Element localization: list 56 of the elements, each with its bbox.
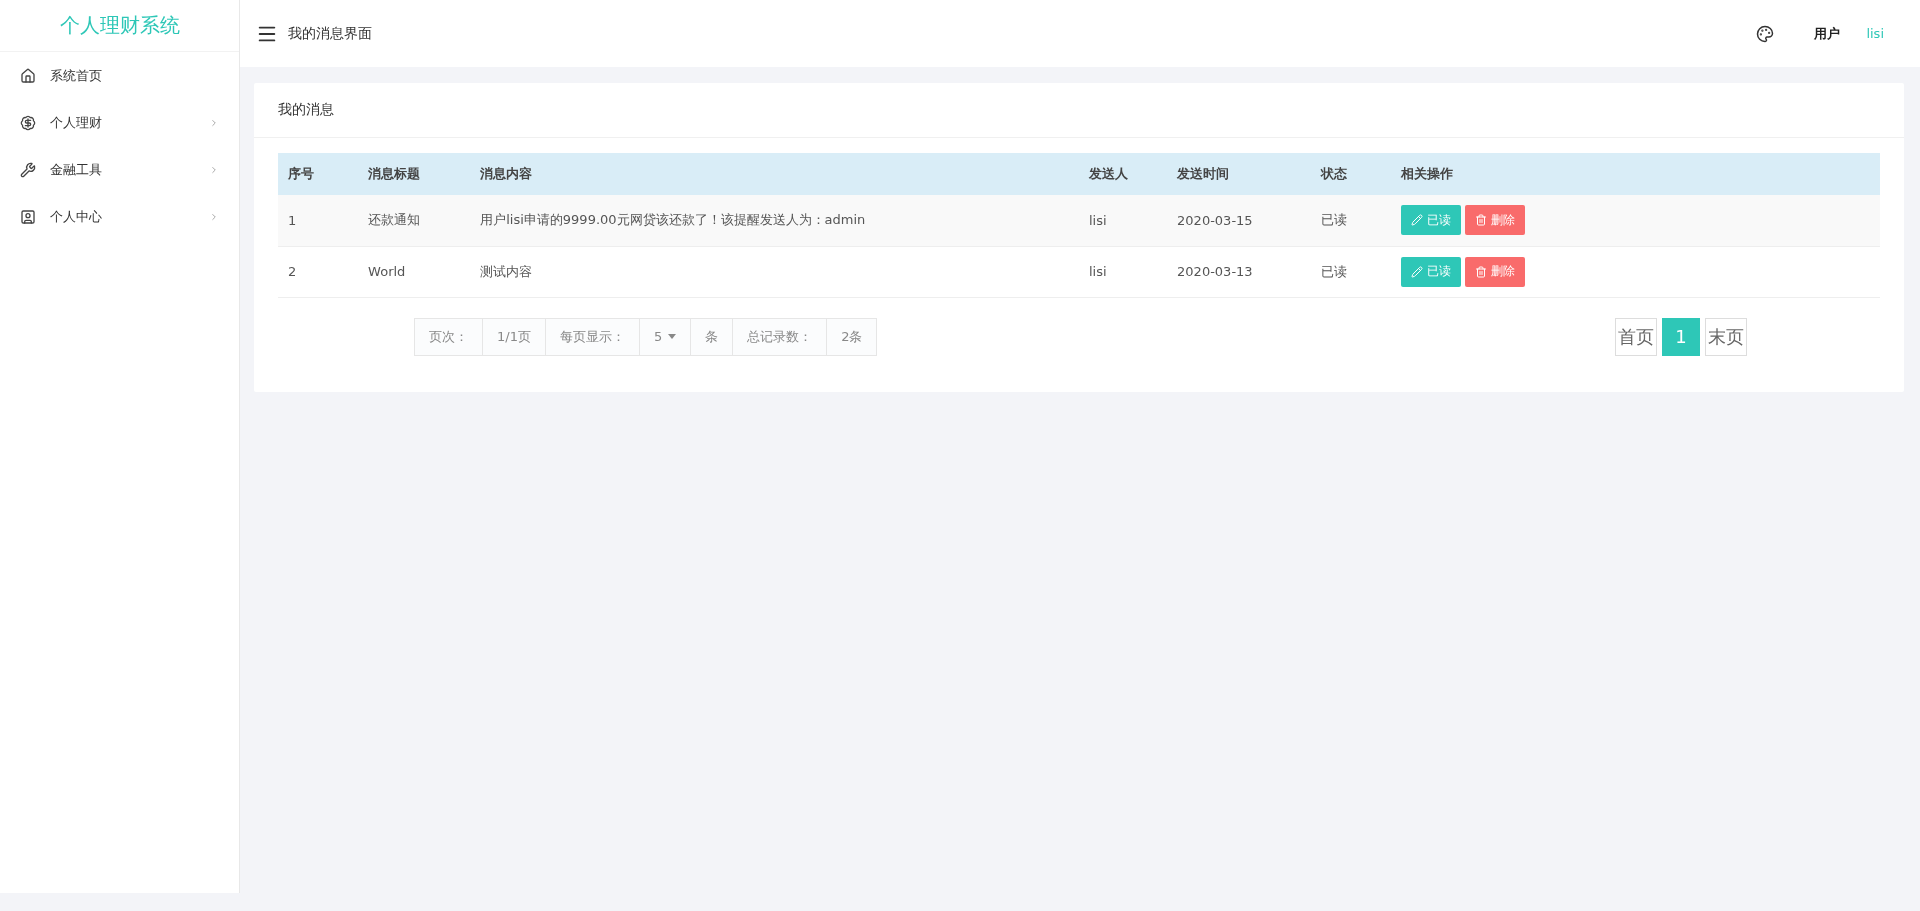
pencil-icon (1411, 265, 1424, 278)
page-info-text: 1/1页 (483, 318, 546, 355)
username[interactable]: lisi (1866, 26, 1884, 41)
sidebar-item[interactable]: 个人理财 (0, 99, 239, 146)
delete-button[interactable]: 删除 (1465, 256, 1526, 287)
sidebar-item[interactable]: 系统首页 (0, 52, 239, 99)
table-cell: 测试内容 (470, 246, 1079, 297)
app-logo: 个人理财系统 (0, 0, 239, 52)
sidebar-item-label: 个人理财 (50, 113, 103, 132)
page-info-text: 页次： (415, 318, 483, 355)
pencil-icon (1411, 214, 1424, 227)
table-cell: lisi (1078, 246, 1168, 297)
column-header: 消息内容 (470, 153, 1079, 195)
column-header: 相关操作 (1391, 153, 1880, 195)
page-info-text: 每页显示： (545, 318, 640, 355)
card-title: 我的消息 (254, 83, 1904, 138)
table-cell: 已读 (1311, 195, 1392, 246)
table-cell: 2020-03-13 (1167, 246, 1312, 297)
column-header: 发送人 (1078, 153, 1168, 195)
table-cell: World (358, 246, 471, 297)
mark-read-button[interactable]: 已读 (1401, 205, 1462, 236)
table-cell: 2 (278, 246, 359, 297)
pager-button[interactable]: 末页 (1705, 317, 1747, 356)
table-cell: 还款通知 (358, 195, 471, 246)
column-header: 序号 (278, 153, 359, 195)
sidebar-item-label: 系统首页 (50, 66, 103, 85)
page-info-text: 条 (691, 318, 734, 355)
page-size-select[interactable]: 5 (639, 318, 692, 355)
delete-button[interactable]: 删除 (1465, 205, 1526, 236)
user-label: 用户 (1814, 24, 1841, 43)
tool-icon (20, 161, 36, 178)
table-cell: 2020-03-15 (1167, 195, 1312, 246)
trash-icon (1475, 214, 1488, 227)
pager-button[interactable]: 1 (1662, 317, 1700, 356)
trash-icon (1475, 265, 1488, 278)
table-cell: 用户lisi申请的9999.00元网贷该还款了！该提醒发送人为：admin (470, 195, 1079, 246)
page-info-text: 总记录数： (733, 318, 828, 355)
money-icon (20, 114, 36, 131)
table-cell: 已读 (1311, 246, 1392, 297)
user-icon (20, 208, 36, 225)
sidebar-item[interactable]: 金融工具 (0, 146, 239, 193)
table-cell: 1 (278, 195, 359, 246)
sidebar-item-label: 个人中心 (50, 207, 103, 226)
caret-icon (668, 334, 677, 339)
table-cell: lisi (1078, 195, 1168, 246)
sidebar-item-label: 金融工具 (50, 160, 103, 179)
home-icon (20, 67, 36, 84)
page-title: 我的消息界面 (288, 24, 373, 43)
mark-read-button[interactable]: 已读 (1401, 256, 1462, 287)
pager-button[interactable]: 首页 (1615, 317, 1657, 356)
column-header: 消息标题 (358, 153, 471, 195)
sidebar-item[interactable]: 个人中心 (0, 193, 239, 240)
palette-icon[interactable] (1756, 24, 1775, 43)
column-header: 状态 (1311, 153, 1392, 195)
page-info-text: 2条 (840, 327, 864, 346)
column-header: 发送时间 (1167, 153, 1312, 195)
